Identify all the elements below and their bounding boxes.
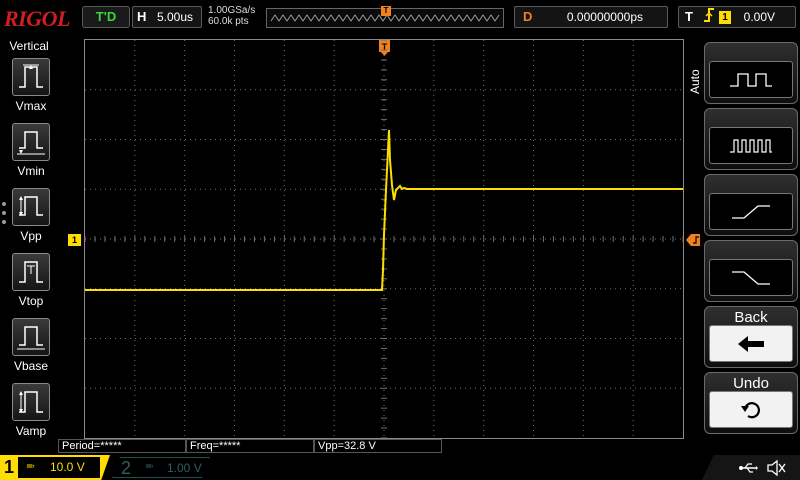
channel-2-scale: 1.00 V <box>167 461 202 475</box>
horizontal-timebase-box[interactable]: H 5.00us <box>132 6 202 28</box>
undo-label: Undo <box>733 375 769 392</box>
trigger-label: T <box>685 9 693 24</box>
waveform-grid[interactable] <box>84 39 684 439</box>
delay-label: D <box>523 9 533 24</box>
rising-edge-button[interactable] <box>704 174 798 236</box>
timebase-value: 5.00us <box>157 10 194 24</box>
trigger-source: 1 <box>719 11 731 24</box>
trigger-box[interactable]: T 1 0.00V <box>678 6 796 28</box>
measure-vpp-button[interactable]: Vpp <box>10 188 52 246</box>
rising-edge-icon <box>709 193 793 230</box>
memory-position-strip[interactable]: T <box>266 6 504 28</box>
rising-edge-icon <box>703 7 715 29</box>
usb-icon <box>739 463 758 473</box>
acquisition-info: 1.00GSa/s 60.0k pts <box>208 5 255 27</box>
horizontal-label: H <box>137 9 147 24</box>
delay-box[interactable]: D 0.00000000ps <box>514 6 668 28</box>
page-indicator <box>2 202 8 229</box>
measure-vertical-panel: Vertical Vmax Vmin Vpp Vtop Vbase Vamp <box>0 36 58 440</box>
freq-result[interactable]: Freq=***** <box>186 439 314 453</box>
vmax-label: Vmax <box>15 99 47 113</box>
run-status-badge[interactable]: T'D <box>82 6 130 28</box>
back-arrow-icon <box>709 325 793 362</box>
channel-1-settings: ≕ 10.0 V <box>18 457 100 478</box>
channel-1-offset-marker[interactable]: 1 <box>68 234 81 246</box>
channel-status-bar: 1 ≕ 10.0 V 2 ≕ 1.00 V <box>0 455 800 480</box>
single-pulse-button[interactable] <box>704 42 798 104</box>
multi-pulse-button[interactable] <box>704 108 798 170</box>
channel-1-tab[interactable]: 1 ≕ 10.0 V <box>0 455 110 480</box>
memory-depth: 60.0k pts <box>208 16 249 27</box>
auto-mode-label: Auto <box>688 69 702 94</box>
vmin-icon <box>12 123 50 161</box>
vamp-icon <box>12 383 50 421</box>
channel-1-scale: 10.0 V <box>50 460 85 474</box>
back-label: Back <box>734 309 768 326</box>
vtop-label: Vtop <box>18 294 44 308</box>
vpp-label: Vpp <box>20 229 42 243</box>
measure-vmin-button[interactable]: Vmin <box>10 123 52 181</box>
vmin-label: Vmin <box>17 164 45 178</box>
falling-edge-icon <box>709 259 793 296</box>
panel-title: Vertical <box>9 39 49 53</box>
back-button[interactable]: Back <box>704 306 798 368</box>
undo-icon <box>709 391 793 428</box>
vbase-label: Vbase <box>13 359 49 373</box>
measure-vbase-button[interactable]: Vbase <box>10 318 52 376</box>
vpp-result[interactable]: Vpp=32.8 V <box>314 439 442 453</box>
measurement-results-bar: Period=***** Freq=***** Vpp=32.8 V <box>58 439 688 454</box>
vtop-icon <box>12 253 50 291</box>
vmax-icon <box>12 58 50 96</box>
dc-coupling-icon: ≕ <box>145 461 154 471</box>
vpp-icon <box>12 188 50 226</box>
channel-1-waveform <box>85 129 683 291</box>
speaker-muted-icon <box>767 459 786 477</box>
measure-vtop-button[interactable]: Vtop <box>10 253 52 311</box>
trigger-level: 0.00V <box>743 10 775 24</box>
measure-vamp-button[interactable]: Vamp <box>10 383 52 441</box>
multi-pulse-icon <box>709 127 793 164</box>
vamp-label: Vamp <box>15 424 47 438</box>
trigger-menu-panel: Auto Back Undo <box>686 36 800 440</box>
trigger-position-marker: T <box>381 6 391 16</box>
undo-button[interactable]: Undo <box>704 372 798 434</box>
period-result[interactable]: Period=***** <box>58 439 186 453</box>
vbase-icon <box>12 318 50 356</box>
falling-edge-button[interactable] <box>704 240 798 302</box>
single-pulse-icon <box>709 61 793 98</box>
brand-logo: RIGOL <box>4 6 70 31</box>
dc-coupling-icon: ≕ <box>26 461 35 471</box>
top-status-bar: RIGOL T'D H 5.00us 1.00GSa/s 60.0k pts T… <box>0 0 800 36</box>
channel-2-number: 2 <box>121 458 132 478</box>
measure-vmax-button[interactable]: Vmax <box>10 58 52 116</box>
channel-1-number: 1 <box>4 457 15 477</box>
delay-value: 0.00000000ps <box>566 10 643 24</box>
channel-2-tab[interactable]: 2 ≕ 1.00 V <box>112 457 210 478</box>
system-status-icons <box>702 455 800 480</box>
sample-rate: 1.00GSa/s <box>208 5 256 16</box>
